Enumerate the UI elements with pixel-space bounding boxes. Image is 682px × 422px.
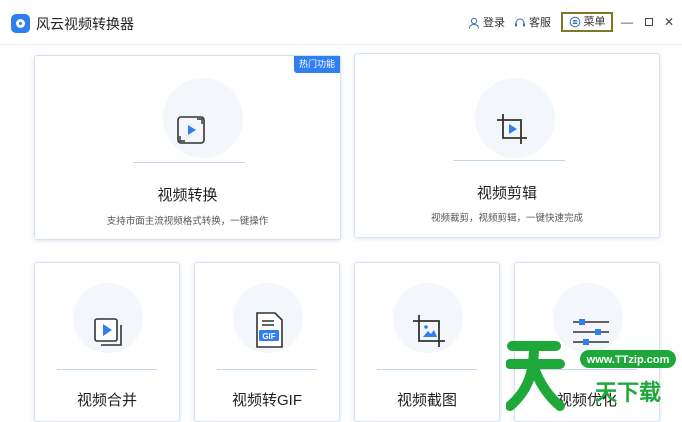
video-edit-title: 视频剪辑 (476, 185, 537, 202)
close-button[interactable]: ✕ (662, 15, 676, 29)
watermark-text: 天下载 (595, 380, 661, 406)
decor-line (453, 160, 565, 161)
service-label: 客服 (529, 17, 551, 29)
maximize-icon (645, 18, 653, 26)
decor-line (57, 369, 157, 370)
hot-feature-badge: 热门功能 (293, 56, 340, 73)
decor-line (377, 369, 477, 370)
login-button[interactable]: 登录 (468, 15, 505, 31)
app-title: 风云视频转换器 (36, 16, 134, 32)
decor-line (217, 369, 317, 370)
minimize-button[interactable]: — (620, 15, 634, 29)
app-logo-icon (11, 14, 30, 33)
video-convert-card[interactable]: 热门功能 视频转换 支持市面主流视频格式转换，一键操作 (34, 55, 341, 240)
video-convert-title: 视频转换 (157, 187, 218, 204)
title-bar: 风云视频转换器 登录 客服 菜单 — ✕ (0, 0, 682, 45)
video-convert-icon (177, 116, 205, 144)
login-label: 登录 (483, 17, 505, 29)
user-icon (469, 17, 479, 29)
minimize-icon: — (621, 15, 633, 29)
maximize-button[interactable] (642, 15, 656, 29)
image-crop-icon (413, 315, 445, 347)
ttzip-watermark-logo: www.TTzip.com 天下载 (506, 341, 676, 411)
video-screenshot-title: 视频截图 (396, 392, 457, 409)
gif-file-icon: GIF (256, 312, 283, 348)
video-edit-desc: 视频裁剪，视频剪辑，一键快速完成 (430, 213, 583, 224)
menu-button[interactable]: 菜单 (561, 12, 613, 32)
video-to-gif-title: 视频转GIF (232, 392, 302, 409)
video-merge-title: 视频合并 (76, 392, 137, 409)
watermark-url: www.TTzip.com (586, 354, 670, 366)
video-merge-card[interactable]: 视频合并 (34, 262, 180, 422)
video-to-gif-card[interactable]: GIF 视频转GIF (194, 262, 340, 422)
video-convert-desc: 支持市面主流视频格式转换，一键操作 (106, 216, 269, 227)
video-merge-icon (94, 318, 122, 346)
video-screenshot-card[interactable]: 视频截图 (354, 262, 500, 422)
menu-circle-icon (569, 16, 580, 28)
headset-icon (515, 18, 525, 27)
menu-label: 菜单 (583, 16, 606, 28)
close-icon: ✕ (663, 15, 675, 29)
customer-service-button[interactable]: 客服 (514, 15, 551, 31)
crop-icon (497, 114, 527, 144)
decor-line (133, 162, 245, 163)
video-edit-card[interactable]: 视频剪辑 视频裁剪，视频剪辑，一键快速完成 (354, 53, 660, 238)
gif-icon-label: GIF (262, 332, 275, 341)
